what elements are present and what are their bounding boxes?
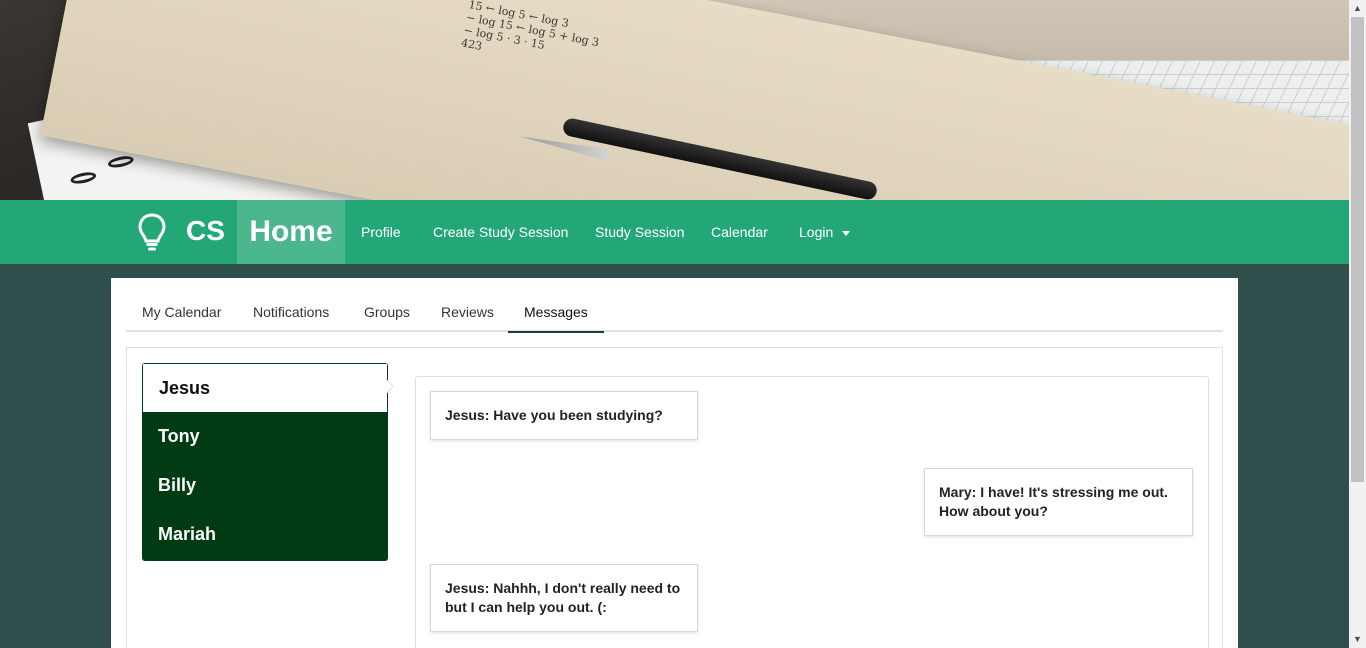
messages-panel: Jesus Tony Billy Mariah Jesus: Have you … xyxy=(126,347,1223,648)
scroll-down-icon[interactable]: ▼ xyxy=(1349,631,1366,648)
tab-reviews[interactable]: Reviews xyxy=(425,296,510,332)
chat-window: Jesus: Have you been studying? Mary: I h… xyxy=(415,376,1209,648)
tab-bar: My Calendar Notifications Groups Reviews… xyxy=(126,296,1223,333)
tab-my-calendar[interactable]: My Calendar xyxy=(126,296,237,332)
contact-list: Jesus Tony Billy Mariah xyxy=(142,363,388,561)
caret-down-icon xyxy=(842,230,851,236)
scroll-up-icon[interactable]: ▲ xyxy=(1349,0,1366,17)
contact-jesus[interactable]: Jesus xyxy=(142,363,388,412)
brand-name[interactable]: CS xyxy=(186,213,225,249)
tab-messages[interactable]: Messages xyxy=(508,296,604,333)
scrollbar-thumb[interactable] xyxy=(1351,17,1364,482)
content-card: My Calendar Notifications Groups Reviews… xyxy=(111,278,1238,648)
nav-study-session[interactable]: Study Session xyxy=(595,200,685,264)
lightbulb-icon[interactable] xyxy=(137,212,167,252)
message-bubble: Mary: I have! It's stressing me out. How… xyxy=(924,468,1193,536)
open-book-page xyxy=(40,0,1349,200)
message-bubble: Jesus: Nahhh, I don't really need to but… xyxy=(430,564,698,632)
nav-login-dropdown[interactable]: Login xyxy=(799,200,851,264)
page-scrollbar[interactable]: ▲ ▼ xyxy=(1349,0,1366,648)
contact-billy[interactable]: Billy xyxy=(142,461,388,510)
nav-profile[interactable]: Profile xyxy=(361,200,401,264)
nav-calendar[interactable]: Calendar xyxy=(711,200,768,264)
nav-create-study-session[interactable]: Create Study Session xyxy=(433,200,568,264)
tab-notifications[interactable]: Notifications xyxy=(237,296,345,332)
message-bubble: Jesus: Have you been studying? xyxy=(430,391,698,440)
tab-groups[interactable]: Groups xyxy=(348,296,426,332)
contact-mariah[interactable]: Mariah xyxy=(142,510,388,559)
nav-home[interactable]: Home xyxy=(237,200,345,264)
nav-login-label: Login xyxy=(799,224,834,240)
contact-tony[interactable]: Tony xyxy=(142,412,388,461)
hero-banner-image: 15 ← log 5 ← log 3 − log 15 ← log 5 + lo… xyxy=(0,0,1349,200)
